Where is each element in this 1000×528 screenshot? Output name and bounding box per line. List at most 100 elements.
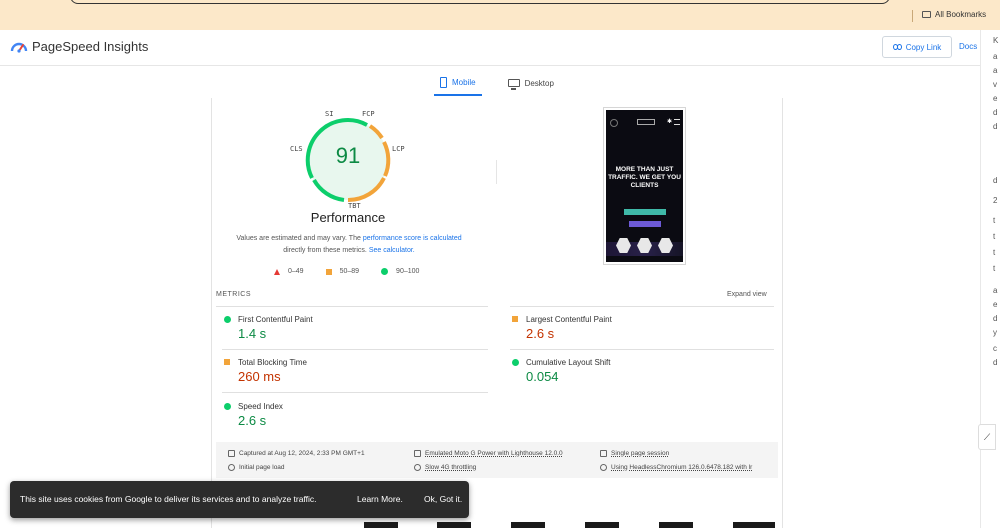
- browser-version-text: Using HeadlessChromium 126.0.6478.182 wi…: [611, 464, 753, 471]
- average-status-icon: [512, 316, 518, 322]
- summary-divider: [496, 160, 497, 184]
- legend-good-label: 90–100: [396, 268, 420, 275]
- address-bar[interactable]: [70, 0, 890, 4]
- see-calculator-link[interactable]: See calculator.: [369, 247, 415, 254]
- menu-icon: [674, 119, 680, 125]
- all-bookmarks-label: All Bookmarks: [935, 10, 987, 19]
- tab-desktop[interactable]: Desktop: [502, 70, 560, 96]
- pagespeed-logo-icon: [10, 42, 28, 53]
- wifi-icon: [414, 464, 421, 471]
- tab-mobile-label: Mobile: [452, 77, 476, 87]
- disclaimer-text-1: Values are estimated and may vary. The: [236, 235, 361, 242]
- runtime-info-bar: [216, 442, 778, 478]
- network-throttling[interactable]: Slow 4G throttling: [414, 464, 476, 471]
- metric-divider: [222, 349, 488, 350]
- timer-icon: [228, 464, 235, 471]
- metric-name: Speed Index: [238, 402, 283, 411]
- side-panel-handle[interactable]: ⟋: [978, 424, 996, 450]
- page-screenshot-thumbnail: ✱ MORE THAN JUST TRAFFIC. WE GET YOU CLI…: [603, 107, 686, 265]
- star-icon: ✱: [667, 119, 673, 125]
- legend-poor-label: 0–49: [288, 268, 304, 275]
- legend-average-label: 50–89: [339, 268, 360, 275]
- docs-link[interactable]: Docs: [959, 42, 977, 51]
- gauge-tag-lcp: LCP: [392, 145, 405, 153]
- cookie-banner: This site uses cookies from Google to de…: [10, 481, 469, 518]
- filmstrip-frame: [585, 522, 619, 528]
- filmstrip-frame: [437, 522, 471, 528]
- score-disclaimer: Values are estimated and may vary. The p…: [226, 233, 472, 257]
- copy-link-button[interactable]: Copy Link: [882, 36, 952, 58]
- browser-toolbar: All Bookmarks: [0, 0, 1000, 30]
- session-icon: [600, 450, 607, 457]
- desktop-monitor-icon: [507, 79, 520, 90]
- filmstrip-frame: [364, 522, 398, 528]
- calendar-icon: [228, 450, 235, 457]
- tab-desktop-label: Desktop: [524, 78, 554, 88]
- good-status-icon: [224, 316, 231, 323]
- legend-average: 50–89: [325, 268, 360, 275]
- circle-icon: [381, 268, 389, 275]
- metric-divider: [222, 392, 488, 393]
- preview-secondary-button: [629, 221, 661, 227]
- background-window: Kaavedd d2tttt aedycd: [980, 30, 1000, 528]
- metric-value: 260 ms: [238, 369, 281, 384]
- all-bookmarks-button[interactable]: All Bookmarks: [922, 10, 986, 19]
- legend-good: 90–100: [381, 268, 419, 275]
- mobile-phone-icon: [440, 76, 447, 88]
- performance-title: Performance: [310, 210, 386, 225]
- square-icon: [325, 268, 332, 275]
- gauge-tag-tbt: TBT: [348, 202, 361, 210]
- good-status-icon: [512, 359, 519, 366]
- emulated-device-text: Emulated Moto G Power with Lighthouse 12…: [425, 450, 563, 457]
- metrics-heading: METRICS: [216, 291, 251, 298]
- metric-name: First Contentful Paint: [238, 315, 313, 324]
- expand-view-toggle[interactable]: Expand view: [727, 291, 767, 298]
- network-throttling-text: Slow 4G throttling: [425, 464, 477, 471]
- filmstrip-frame: [659, 522, 693, 528]
- browser-icon: [600, 464, 607, 471]
- metric-value: 2.6 s: [238, 413, 267, 428]
- gauge-tag-si: SI: [325, 110, 334, 118]
- filmstrip-frame: [511, 522, 545, 528]
- score-legend: 0–49 50–89 90–100: [274, 268, 419, 275]
- metric-value: 1.4 s: [238, 326, 267, 341]
- cookie-learn-more-link[interactable]: Learn More.: [357, 494, 403, 504]
- page-title: PageSpeed Insights: [32, 39, 149, 54]
- metrics-divider-right: [510, 306, 774, 307]
- tab-mobile[interactable]: Mobile: [434, 70, 482, 96]
- metrics-divider-left: [216, 306, 488, 307]
- cookie-message: This site uses cookies from Google to de…: [20, 494, 317, 504]
- average-status-icon: [224, 359, 230, 365]
- toolbar-divider: [912, 10, 913, 22]
- initial-load: Initial page load: [228, 464, 285, 471]
- copy-link-label: Copy Link: [905, 42, 942, 52]
- metric-name: Total Blocking Time: [238, 358, 307, 367]
- emulated-device[interactable]: Emulated Moto G Power with Lighthouse 12…: [414, 450, 563, 457]
- cookie-ok-button[interactable]: Ok, Got it.: [424, 494, 462, 504]
- metric-name: Cumulative Layout Shift: [526, 358, 611, 367]
- captured-time-text: Captured at Aug 12, 2024, 2:33 PM GMT+1: [239, 450, 365, 457]
- metric-value: 0.054: [526, 369, 559, 384]
- captured-time: Captured at Aug 12, 2024, 2:33 PM GMT+1: [228, 450, 365, 457]
- browser-version[interactable]: Using HeadlessChromium 126.0.6478.182 wi…: [600, 464, 752, 471]
- performance-score: 91: [335, 143, 361, 168]
- initial-load-text: Initial page load: [239, 464, 285, 471]
- metric-name: Largest Contentful Paint: [526, 315, 612, 324]
- preview-hero-text: MORE THAN JUST TRAFFIC. WE GET YOU CLIEN…: [608, 166, 681, 189]
- metric-divider: [510, 349, 774, 350]
- page-session-text: Single page session: [611, 450, 670, 457]
- preview-cta-button: [624, 209, 666, 215]
- page-session[interactable]: Single page session: [600, 450, 669, 457]
- score-calculated-link[interactable]: performance score is calculated: [363, 235, 462, 242]
- device-tabs: Mobile Desktop: [434, 70, 560, 96]
- triangle-icon: [274, 268, 280, 275]
- psi-header: PageSpeed Insights Copy Link Docs: [0, 30, 980, 66]
- link-icon: [892, 44, 902, 50]
- gauge-tag-cls: CLS: [290, 145, 303, 153]
- screenshot-image: ✱ MORE THAN JUST TRAFFIC. WE GET YOU CLI…: [606, 110, 683, 262]
- site-logo-icon: [610, 119, 618, 127]
- legend-poor: 0–49: [274, 268, 304, 275]
- good-status-icon: [224, 403, 231, 410]
- folder-icon: [922, 11, 931, 18]
- site-nav-button: [637, 119, 655, 125]
